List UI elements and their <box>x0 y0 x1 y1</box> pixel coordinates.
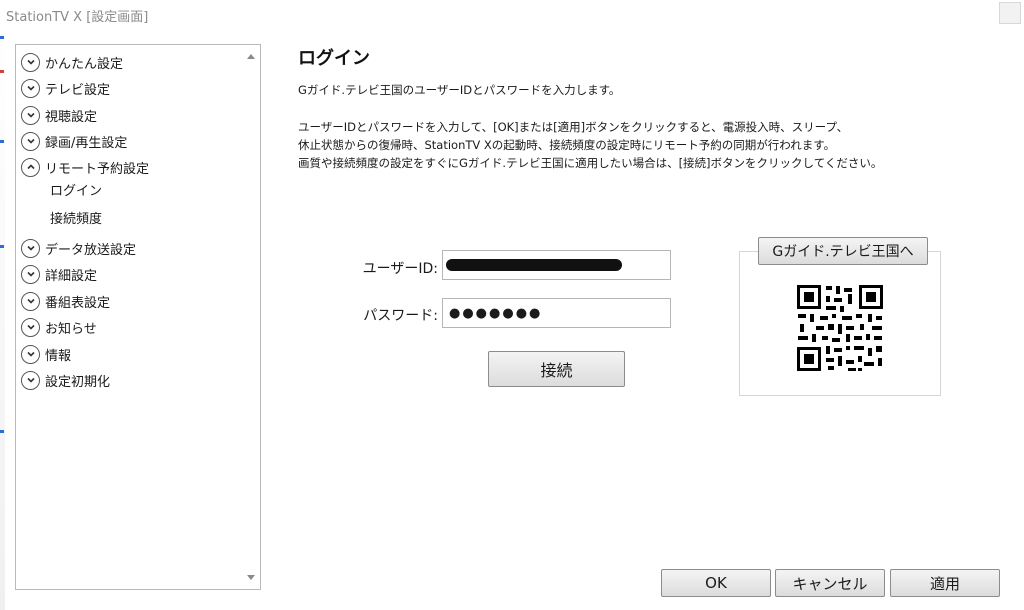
sidebar-item-viewing-settings[interactable]: 視聴設定 <box>21 104 97 126</box>
chevron-down-icon <box>21 317 40 337</box>
window-title: StationTV X [設定画面] <box>6 10 149 25</box>
sidebar-item-remote-reservation[interactable]: リモート予約設定 <box>21 156 149 178</box>
settings-sidebar: かんたん設定 テレビ設定 視聴設定 録画/再生設定 リモート予約設定 ログイン … <box>15 44 261 590</box>
redacted-user-id <box>446 259 622 271</box>
title-bar: StationTV X [設定画面] <box>0 0 1024 30</box>
cancel-button[interactable]: キャンセル <box>775 569 885 597</box>
sidebar-item-label: テレビ設定 <box>45 82 111 98</box>
chevron-down-icon <box>21 264 40 284</box>
user-id-label: ユーザーID: <box>362 261 438 277</box>
intro-text: Gガイド.テレビ王国のユーザーIDとパスワードを入力します。 <box>298 83 621 97</box>
sidebar-item-label: 設定初期化 <box>45 374 111 390</box>
sidebar-item-label: 詳細設定 <box>45 268 98 284</box>
sidebar-subitem-login[interactable]: ログイン <box>50 181 102 203</box>
sidebar-item-label: データ放送設定 <box>45 242 137 258</box>
sidebar-item-reset-settings[interactable]: 設定初期化 <box>21 369 110 391</box>
sidebar-item-advanced-settings[interactable]: 詳細設定 <box>21 263 97 285</box>
sidebar-item-notices[interactable]: お知らせ <box>21 316 97 338</box>
chevron-down-icon <box>21 238 40 258</box>
close-button[interactable] <box>999 2 1021 24</box>
description-line: 休止状態からの復帰時、StationTV Xの起動時、接続頻度の設定時にリモート… <box>298 138 836 152</box>
chevron-down-icon <box>21 291 40 311</box>
chevron-down-icon <box>21 78 40 98</box>
connect-button[interactable]: 接続 <box>488 351 625 387</box>
chevron-down-icon <box>21 105 40 125</box>
sidebar-subitem-connection-frequency[interactable]: 接続頻度 <box>50 209 102 231</box>
sidebar-item-info[interactable]: 情報 <box>21 343 71 365</box>
chevron-down-icon <box>21 344 40 364</box>
password-field[interactable]: ●●●●●●● <box>442 298 671 328</box>
qr-code-icon <box>796 284 884 372</box>
chevron-up-icon <box>21 157 40 177</box>
sidebar-scrollbar[interactable] <box>242 45 260 589</box>
apply-button[interactable]: 適用 <box>890 569 1000 597</box>
sidebar-item-recording-settings[interactable]: 録画/再生設定 <box>21 130 127 152</box>
scroll-up-arrow-icon[interactable] <box>247 54 255 59</box>
chevron-down-icon <box>21 370 40 390</box>
password-label: パスワード: <box>363 308 438 324</box>
description-line: 画質や接続頻度の設定をすぐにGガイド.テレビ王国に適用したい場合は、[接続]ボタ… <box>298 156 883 170</box>
sidebar-item-tv-settings[interactable]: テレビ設定 <box>21 77 110 99</box>
sidebar-item-label: 録画/再生設定 <box>45 135 128 151</box>
chevron-down-icon <box>21 52 40 72</box>
sidebar-item-program-guide-settings[interactable]: 番組表設定 <box>21 290 110 312</box>
background-window-edge <box>0 30 5 610</box>
sidebar-item-label: 視聴設定 <box>45 109 98 125</box>
sidebar-item-label: かんたん設定 <box>45 56 124 72</box>
sidebar-item-easy-setup[interactable]: かんたん設定 <box>21 51 123 73</box>
sidebar-item-data-broadcast[interactable]: データ放送設定 <box>21 237 136 259</box>
sidebar-item-label: リモート予約設定 <box>45 161 150 177</box>
gguide-link-button[interactable]: Gガイド.テレビ王国へ <box>758 237 928 265</box>
page-title: ログイン <box>298 48 370 69</box>
scroll-down-arrow-icon[interactable] <box>247 575 255 580</box>
ok-button[interactable]: OK <box>661 569 771 597</box>
chevron-down-icon <box>21 131 40 151</box>
sidebar-item-label: 番組表設定 <box>45 295 111 311</box>
description-line: ユーザーIDとパスワードを入力して、[OK]または[適用]ボタンをクリックすると… <box>298 120 849 134</box>
sidebar-item-label: お知らせ <box>45 321 97 337</box>
sidebar-item-label: 情報 <box>45 348 72 364</box>
